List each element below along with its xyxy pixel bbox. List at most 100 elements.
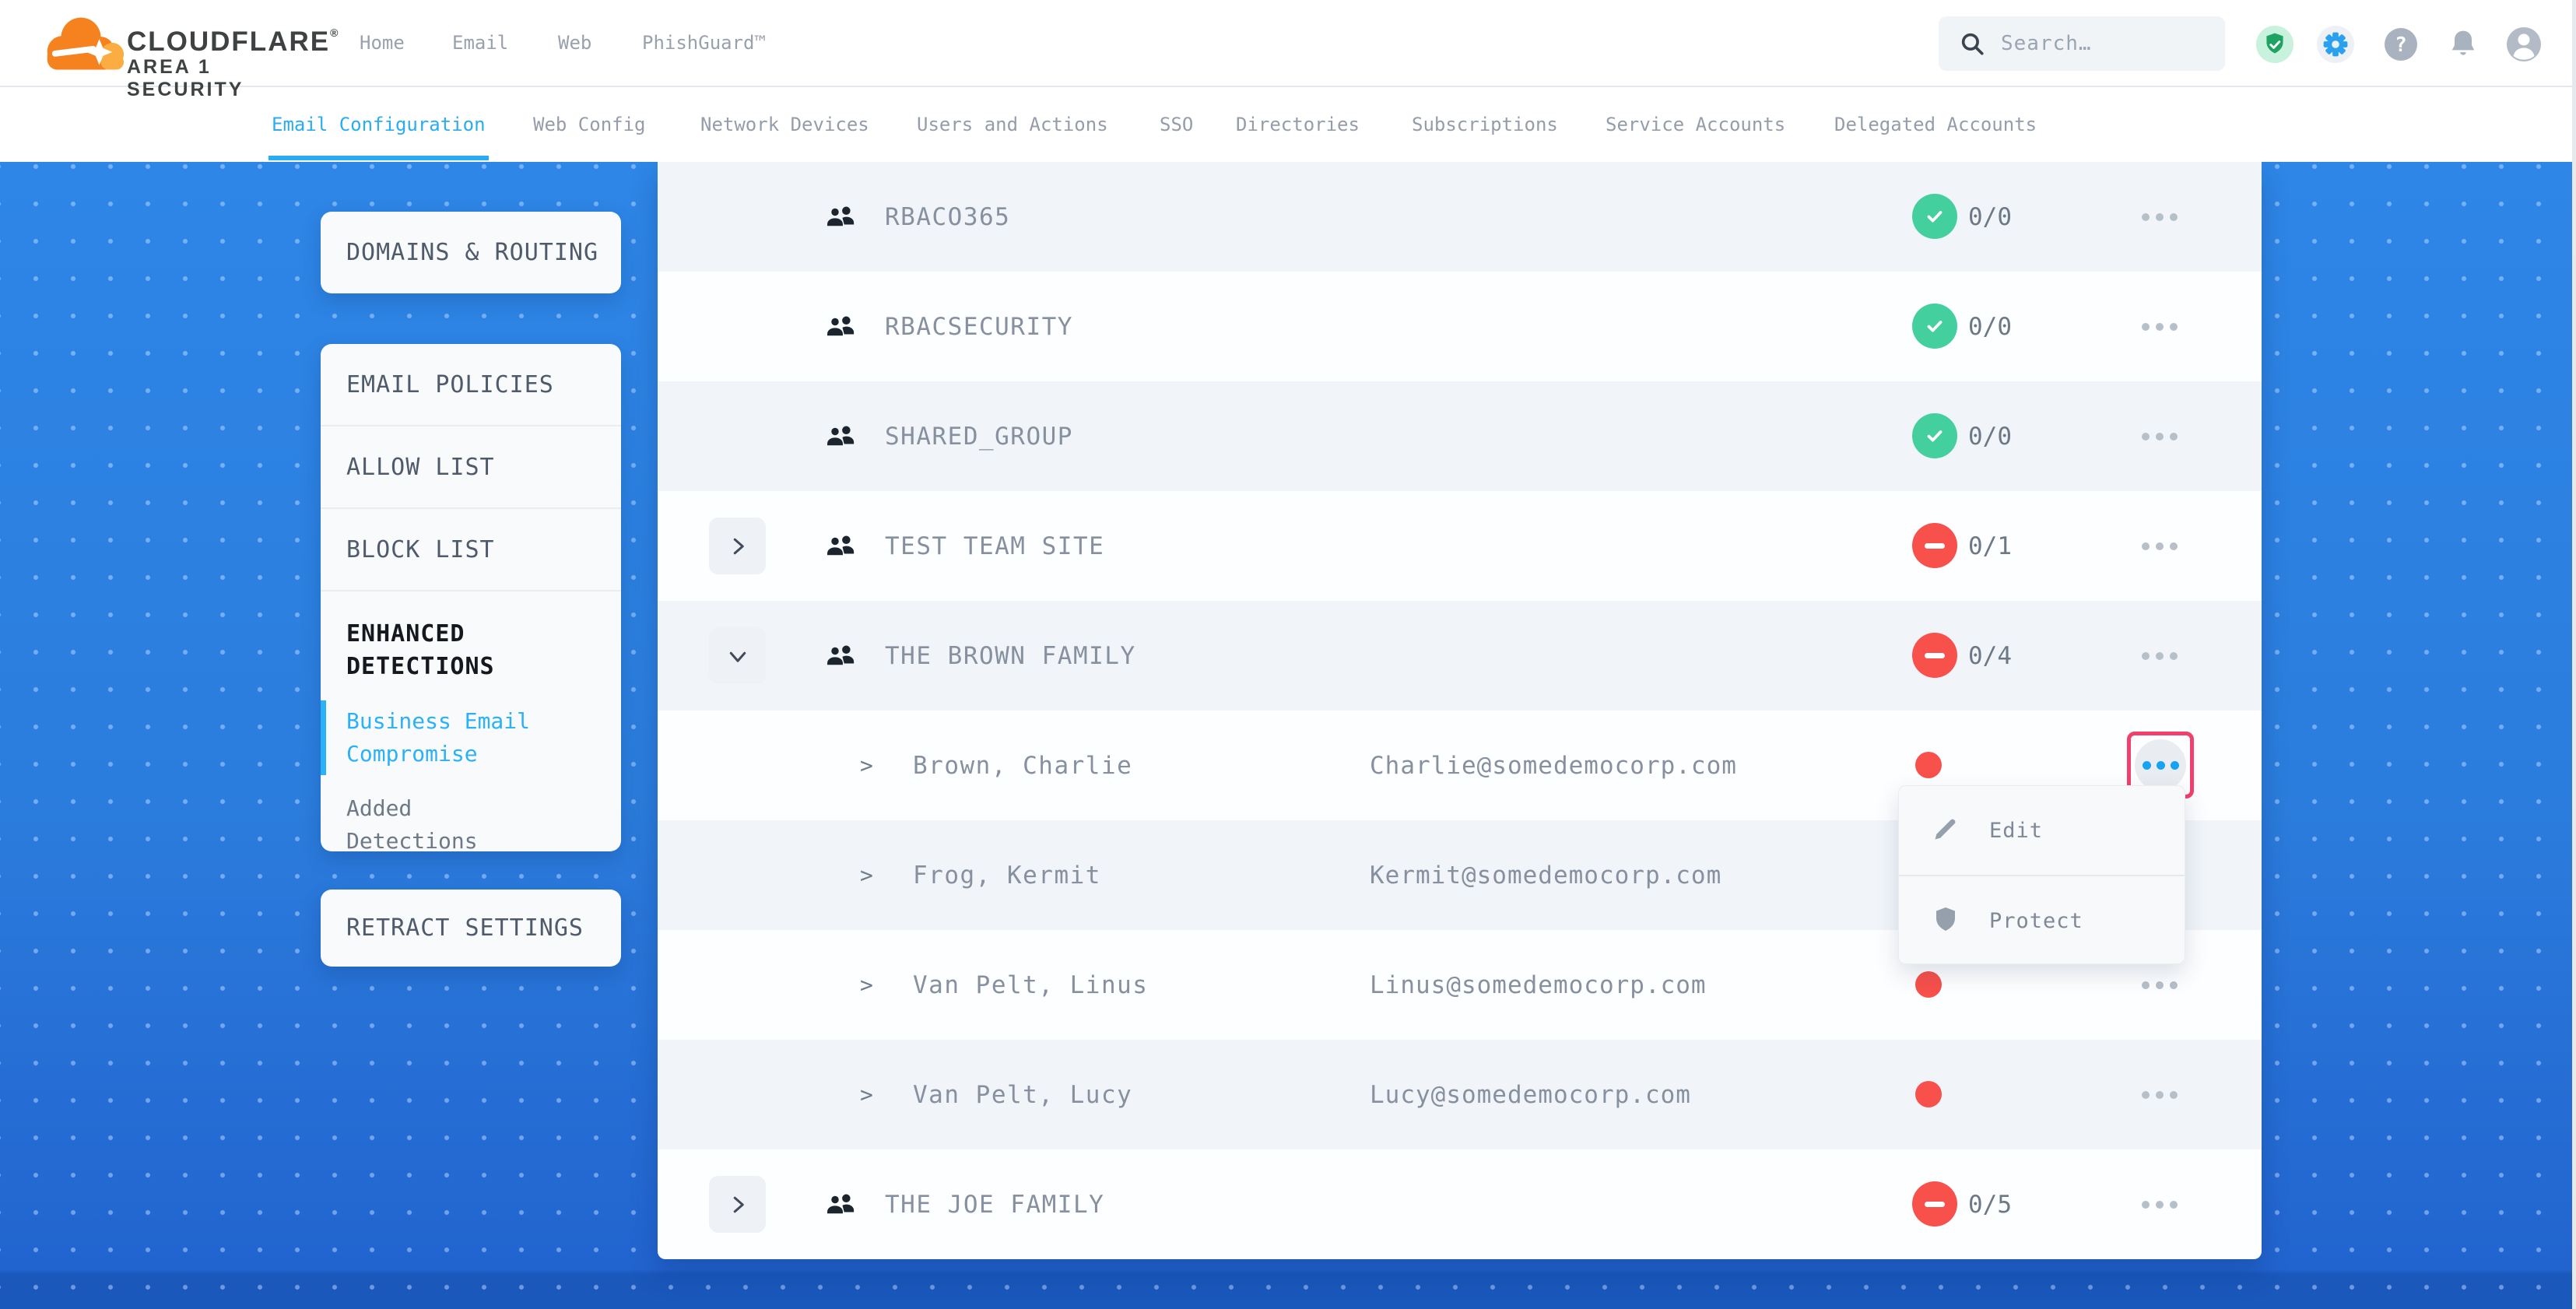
check-icon [1923,424,1946,447]
table-row-group-the-joe-family[interactable]: THE JOE FAMILY0/5 [658,1149,2262,1259]
table-row-group-test-team-site[interactable]: TEST TEAM SITE 0/1 [658,491,2262,601]
alert-dot [1915,971,1942,998]
gear-icon[interactable] [2316,25,2355,64]
logo-subtitle: AREA 1 SECURITY [127,56,315,101]
status-badge-ok [1912,413,1957,458]
menu-item-edit[interactable]: Edit [1899,786,2185,875]
status-badge-blocked [1912,1181,1957,1227]
chevron-down-icon [726,644,749,668]
check-icon [1923,205,1946,228]
menu-item-label: Edit [1989,819,2043,843]
people-icon [824,640,857,672]
search-icon [1959,30,1985,57]
table-row-group-rbaco365[interactable]: RBACO3650/0 [658,162,2262,272]
sidebar-item-block-list[interactable]: BLOCK LIST [321,509,621,591]
group-name: TEST TEAM SITE [885,491,1104,601]
user-name: Brown, Charlie [913,711,1132,820]
tab-delegated-accounts[interactable]: Delegated Accounts [1834,87,2037,162]
user-name: Van Pelt, Linus [913,930,1148,1040]
user-email: Lucy@somedemocorp.com [1370,1040,1691,1149]
user-caret-icon[interactable]: > [860,930,873,1040]
cloudflare-logo[interactable]: CLOUDFLARE® AREA 1 SECURITY [35,6,315,81]
protected-count: 0/0 [1968,381,2012,491]
groups-users-table: RBACO3650/0RBACSECURITY0/0SHARED_GROUP0/… [658,162,2262,1259]
group-name: RBACSECURITY [885,272,1073,381]
sidebar-item-allow-list[interactable]: ALLOW LIST [321,426,621,509]
search-box[interactable] [1939,16,2225,71]
tab-service-accounts[interactable]: Service Accounts [1606,87,1785,162]
user-name: Van Pelt, Lucy [913,1040,1132,1149]
user-caret-icon[interactable]: > [860,711,873,820]
menu-item-protect[interactable]: Protect [1899,875,2185,964]
header-nav-home[interactable]: Home [360,0,405,86]
shield-icon [1932,905,1960,936]
table-row-user-van-pelt-lucy[interactable]: > Van Pelt, Lucy Lucy@somedemocorp.com [658,1040,2262,1149]
top-header: CLOUDFLARE® AREA 1 SECURITY Home Email Web… [0,0,2576,86]
sidebar-item-added-detections[interactable]: Added Detections [346,792,541,858]
search-input[interactable] [1999,31,2205,56]
people-icon [824,201,857,233]
minus-icon [1925,653,1945,658]
header-nav-web[interactable]: Web [558,0,591,86]
people-icon [824,530,857,563]
minus-icon [1925,1202,1945,1207]
row-menu-button[interactable] [2121,601,2199,711]
shield-check-icon[interactable] [2255,25,2294,64]
table-row-group-shared-group[interactable]: SHARED_GROUP 0/0 [658,381,2262,491]
table-row-group-the-brown-family[interactable]: THE BROWN FAMILY0/4 [658,601,2262,711]
people-icon [824,311,857,343]
row-menu-button[interactable] [2121,1040,2199,1149]
protected-count: 0/5 [1968,1149,2012,1259]
user-caret-icon[interactable]: > [860,820,873,930]
header-nav-email[interactable]: Email [452,0,508,86]
help-icon[interactable]: ? [2381,25,2420,64]
status-badge-ok [1912,304,1957,349]
expand-group-button[interactable] [709,518,766,574]
tab-web-config[interactable]: Web Config [533,87,646,162]
sidebar-item-retract-settings[interactable]: RETRACT SETTINGS [321,890,621,967]
table-row-group-rbacsecurity[interactable]: RBACSECURITY0/0 [658,272,2262,381]
row-menu-button[interactable] [2121,1149,2199,1259]
sidebar-item-email-policies[interactable]: EMAIL POLICIES [321,344,621,426]
row-menu-button[interactable] [2121,272,2199,381]
row-menu-button-active[interactable] [2135,739,2186,791]
collapse-group-button[interactable] [709,627,766,684]
profile-icon[interactable] [2504,25,2543,64]
tab-network-devices[interactable]: Network Devices [700,87,869,162]
expand-group-button[interactable] [709,1176,766,1233]
status-badge-ok [1912,194,1957,239]
sidebar-label: RETRACT SETTINGS [346,914,584,942]
bell-icon[interactable] [2444,25,2483,64]
protected-count: 0/0 [1968,162,2012,272]
svg-text:?: ? [2395,33,2407,57]
tab-users-and-actions[interactable]: Users and Actions [917,87,1108,162]
protected-count: 0/1 [1968,491,2012,601]
tab-subscriptions[interactable]: Subscriptions [1412,87,1558,162]
sidebar-item-domains-routing[interactable]: DOMAINS & ROUTING [321,212,621,293]
people-icon [824,1188,857,1221]
sidebar-item-enhanced-detections[interactable]: ENHANCED DETECTIONS [346,618,564,683]
alert-dot [1915,752,1942,778]
user-caret-icon[interactable]: > [860,1040,873,1149]
menu-item-label: Protect [1989,909,2083,933]
header-nav-phishguard[interactable]: PhishGuard™ [642,0,766,86]
sidebar-policies-card: EMAIL POLICIESALLOW LISTBLOCK LIST ENHAN… [321,344,621,851]
sidebar-label: DOMAINS & ROUTING [346,239,598,266]
scrollbar[interactable] [2572,0,2576,1309]
tab-directories[interactable]: Directories [1236,87,1360,162]
row-menu-button[interactable] [2121,381,2199,491]
check-icon [1923,314,1946,338]
registered-mark: ® [330,26,338,39]
group-name: SHARED_GROUP [885,381,1073,491]
chevron-right-icon [726,535,749,558]
row-menu-button[interactable] [2121,491,2199,601]
tab-sso[interactable]: SSO [1160,87,1193,162]
cloudflare-cloud-icon [35,8,127,81]
protected-count: 0/4 [1968,601,2012,711]
subnav-tabs: Email ConfigurationWeb ConfigNetwork Dev… [0,86,2576,162]
status-badge-blocked [1912,523,1957,568]
row-menu-button[interactable] [2121,162,2199,272]
sidebar-item-business-email-compromise[interactable]: Business Email Compromise [346,705,541,770]
chevron-right-icon [726,1193,749,1216]
minus-icon [1925,543,1945,549]
